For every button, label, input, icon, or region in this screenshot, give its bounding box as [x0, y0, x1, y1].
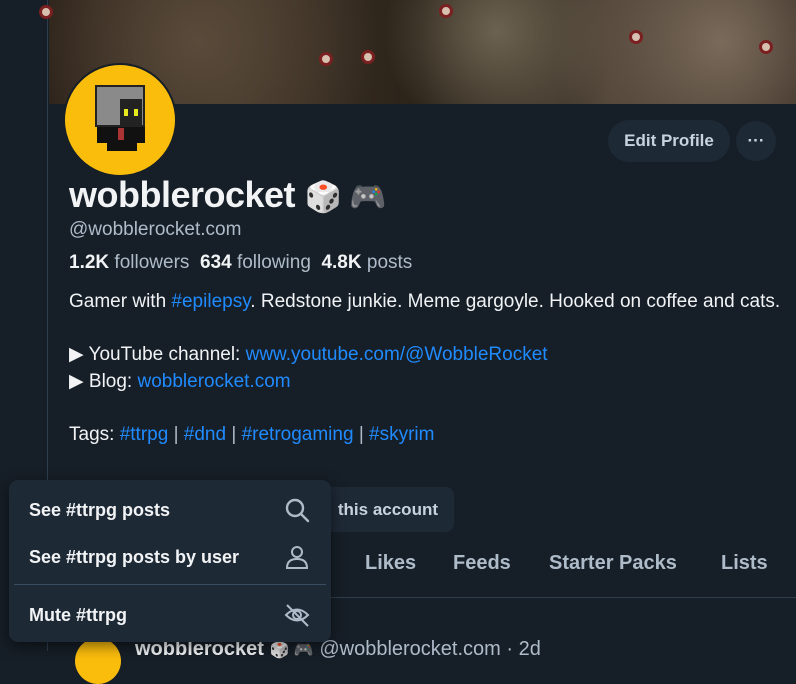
avatar[interactable] — [63, 63, 177, 177]
more-options-button[interactable]: ··· — [736, 121, 776, 161]
following-link[interactable]: 634 following — [200, 252, 311, 273]
menu-item-see-posts-by-user[interactable]: See #ttrpg posts by user — [9, 534, 331, 580]
person-icon — [285, 546, 309, 569]
tab-feeds[interactable]: Feeds — [453, 552, 511, 575]
tab-likes[interactable]: Likes — [365, 552, 416, 575]
menu-divider — [14, 584, 326, 585]
eye-slash-icon — [284, 604, 310, 627]
handle: @wobblerocket.com — [69, 219, 242, 240]
edit-profile-button[interactable]: Edit Profile — [608, 120, 730, 162]
youtube-link[interactable]: www.youtube.com/@WobbleRocket — [246, 344, 548, 365]
post-avatar[interactable] — [75, 638, 121, 684]
tab-lists[interactable]: Lists — [721, 552, 768, 575]
bio: Gamer with #epilepsy. Redstone junkie. M… — [69, 291, 781, 445]
hashtag-menu: See #ttrpg posts See #ttrpg posts by use… — [9, 480, 331, 642]
tag-ttrpg[interactable]: #ttrpg — [120, 424, 169, 445]
search-icon — [285, 498, 310, 523]
posts-count: 4.8K posts — [321, 252, 413, 273]
menu-item-mute[interactable]: Mute #ttrpg — [9, 592, 331, 638]
tab-starter-packs[interactable]: Starter Packs — [549, 552, 677, 575]
tag-skyrim[interactable]: #skyrim — [369, 424, 434, 445]
menu-item-see-posts[interactable]: See #ttrpg posts — [9, 487, 331, 533]
tag-dnd[interactable]: #dnd — [184, 424, 226, 445]
tag-retrogaming[interactable]: #retrogaming — [242, 424, 354, 445]
hashtag-link[interactable]: #epilepsy — [171, 291, 250, 312]
blog-link[interactable]: wobblerocket.com — [137, 371, 290, 392]
profile-stats: 1.2K followers 634 following 4.8K posts — [69, 252, 412, 274]
followers-link[interactable]: 1.2K followers — [69, 252, 189, 273]
display-name: wobblerocket 🎲 🎮 — [69, 174, 387, 215]
